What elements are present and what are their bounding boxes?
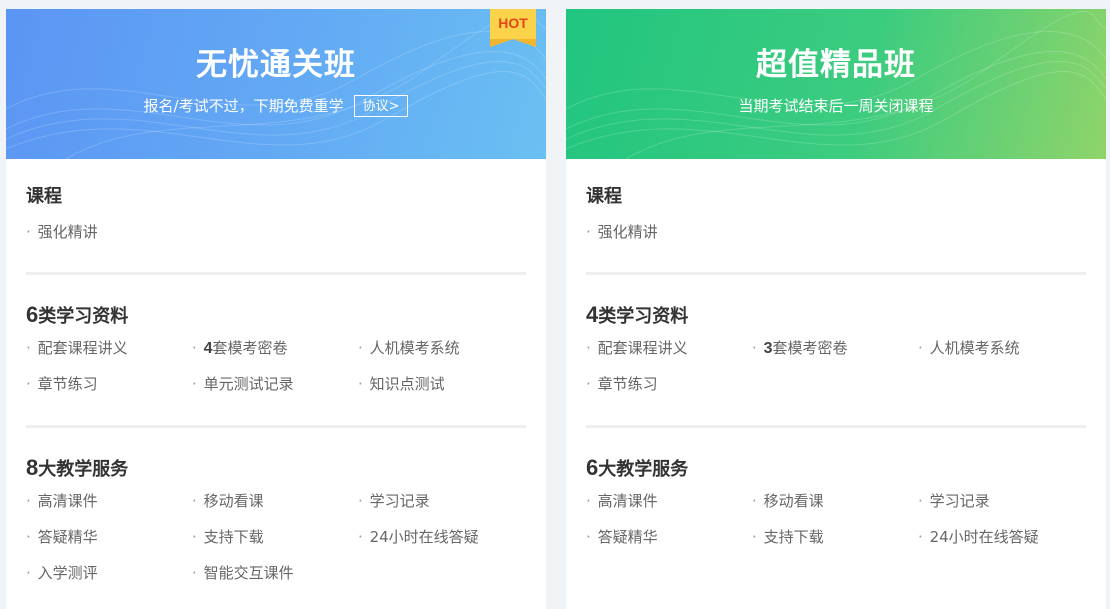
card-subtitle-row: 当期考试结束后一周关闭课程: [566, 95, 1106, 117]
list-item: · 高清课件: [26, 492, 98, 510]
list-item: · 支持下载: [752, 528, 824, 546]
section-title: 课程: [586, 186, 622, 207]
section-title: 6类学习资料: [26, 302, 129, 328]
list-item: · 支持下载: [192, 528, 264, 546]
list-item: · 答疑精华: [26, 528, 98, 546]
card-body: 课程 · 强化精讲 4类学习资料 · 配套课程讲义 · 3套模考密卷 · 人机模…: [566, 159, 1106, 564]
list-item: · 人机模考系统: [918, 339, 1020, 357]
list-item: · 移动看课: [192, 492, 264, 510]
services-section: 6大教学服务 · 高清课件 · 移动看课 · 学习记录 · 答疑精华 · 支持下…: [586, 428, 1086, 564]
list-item: · 强化精讲: [26, 223, 98, 241]
card-worry-free-class[interactable]: HOT 无忧通关班 报名/考试不过，下期免费重学 协议> 课程 · 强化精讲 6…: [6, 9, 546, 609]
list-item: · 答疑精华: [586, 528, 658, 546]
card-title: 超值精品班: [756, 47, 916, 83]
list-item: · 学习记录: [918, 492, 990, 510]
course-list: · 强化精讲: [26, 223, 526, 259]
materials-list: · 配套课程讲义 · 4套模考密卷 · 人机模考系统 · 章节练习 · 单元测试…: [26, 339, 526, 411]
list-item: · 3套模考密卷: [752, 339, 848, 357]
page: HOT 无忧通关班 报名/考试不过，下期免费重学 协议> 课程 · 强化精讲 6…: [0, 0, 1110, 609]
services-list: · 高清课件 · 移动看课 · 学习记录 · 答疑精华 · 支持下载 · 24小…: [26, 492, 526, 600]
card-banner: HOT 无忧通关班 报名/考试不过，下期免费重学 协议>: [6, 9, 546, 159]
list-item: · 移动看课: [752, 492, 824, 510]
services-section: 8大教学服务 · 高清课件 · 移动看课 · 学习记录 · 答疑精华 · 支持下…: [26, 428, 526, 600]
section-title: 6大教学服务: [586, 455, 689, 481]
list-item: · 学习记录: [358, 492, 430, 510]
materials-section: 4类学习资料 · 配套课程讲义 · 3套模考密卷 · 人机模考系统 · 章节练习: [586, 275, 1086, 428]
list-item: · 高清课件: [586, 492, 658, 510]
section-title: 4类学习资料: [586, 302, 689, 328]
agreement-button[interactable]: 协议>: [353, 95, 409, 117]
course-section: 课程 · 强化精讲: [586, 159, 1086, 275]
list-item: · 智能交互课件: [192, 564, 294, 582]
card-subtitle: 当期考试结束后一周关闭课程: [738, 97, 934, 115]
card-premium-class[interactable]: 超值精品班 当期考试结束后一周关闭课程 课程 · 强化精讲 4类学习资料 · 配…: [566, 9, 1106, 609]
card-subtitle: 报名/考试不过，下期免费重学: [143, 97, 344, 115]
materials-list: · 配套课程讲义 · 3套模考密卷 · 人机模考系统 · 章节练习: [586, 339, 1086, 411]
services-list: · 高清课件 · 移动看课 · 学习记录 · 答疑精华 · 支持下载 · 24小…: [586, 492, 1086, 564]
list-item: · 章节练习: [586, 375, 658, 393]
list-item: · 强化精讲: [586, 223, 658, 241]
list-item: · 配套课程讲义: [26, 339, 128, 357]
card-body: 课程 · 强化精讲 6类学习资料 · 配套课程讲义 · 4套模考密卷 · 人机模…: [6, 159, 546, 600]
list-item: · 24小时在线答疑: [918, 528, 1039, 546]
list-item: · 章节练习: [26, 375, 98, 393]
materials-section: 6类学习资料 · 配套课程讲义 · 4套模考密卷 · 人机模考系统 · 章节练习…: [26, 275, 526, 428]
list-item: · 单元测试记录: [192, 375, 294, 393]
card-title: 无忧通关班: [196, 47, 356, 83]
card-banner: 超值精品班 当期考试结束后一周关闭课程: [566, 9, 1106, 159]
course-list: · 强化精讲: [586, 223, 1086, 259]
section-title: 8大教学服务: [26, 455, 129, 481]
list-item: · 24小时在线答疑: [358, 528, 479, 546]
list-item: · 4套模考密卷: [192, 339, 288, 357]
list-item: · 入学测评: [26, 564, 98, 582]
list-item: · 知识点测试: [358, 375, 445, 393]
list-item: · 配套课程讲义: [586, 339, 688, 357]
course-section: 课程 · 强化精讲: [26, 159, 526, 275]
section-title: 课程: [26, 186, 62, 207]
card-subtitle-row: 报名/考试不过，下期免费重学 协议>: [6, 95, 546, 117]
list-item: · 人机模考系统: [358, 339, 460, 357]
